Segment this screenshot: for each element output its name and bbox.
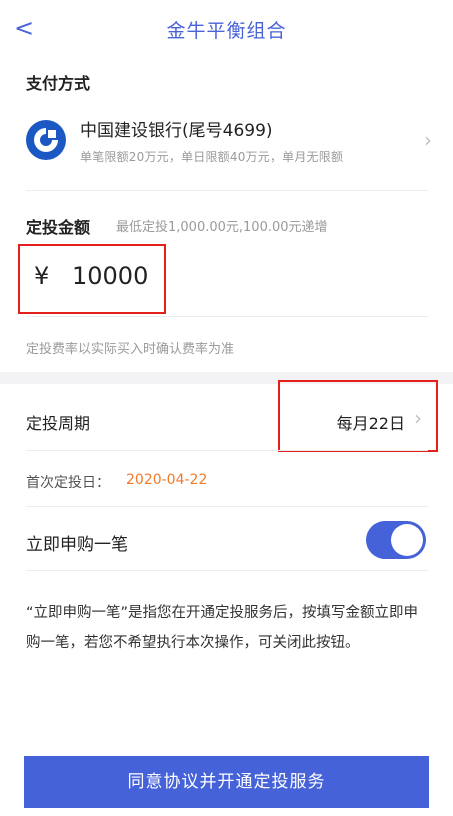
bank-limits: 单笔限额20万元，单日限额40万元，单月无限额: [80, 150, 344, 164]
buy-now-label: 立即申购一笔: [26, 535, 128, 555]
fee-note: 定投费率以实际买入时确认费率为准: [26, 342, 235, 357]
currency-symbol: ¥: [34, 262, 50, 290]
amount-label: 定投金额: [26, 218, 91, 237]
toggle-knob: [391, 524, 423, 556]
divider: [26, 506, 428, 507]
page-title: 金牛平衡组合: [166, 20, 287, 42]
bank-card-selector[interactable]: 中国建设银行(尾号4699) 单笔限额20万元，单日限额40万元，单月无限额 ›: [26, 112, 436, 176]
chevron-right-icon: ›: [424, 128, 432, 152]
bank-name: 中国建设银行(尾号4699): [80, 121, 273, 141]
divider: [26, 450, 428, 451]
first-date-value: 2020-04-22: [126, 472, 208, 488]
cycle-selector[interactable]: 每月22日: [337, 410, 405, 434]
agree-and-open-button[interactable]: 同意协议并开通定投服务: [24, 756, 429, 808]
amount-input[interactable]: [72, 262, 152, 290]
buy-now-toggle[interactable]: [366, 521, 426, 559]
bank-logo-icon: [26, 120, 66, 160]
amount-hint: 最低定投1,000.00元,100.00元递增: [116, 220, 328, 235]
divider: [26, 570, 428, 571]
divider: [26, 316, 428, 317]
cycle-label: 定投周期: [26, 414, 91, 433]
chevron-right-icon: ›: [414, 406, 422, 430]
first-date-label: 首次定投日：: [26, 475, 110, 491]
payment-method-label: 支付方式: [26, 74, 91, 93]
buy-now-description: “立即申购一笔”是指您在开通定投服务后，按填写金额立即申购一笔，若您不希望执行本…: [26, 605, 419, 651]
divider: [26, 190, 428, 191]
